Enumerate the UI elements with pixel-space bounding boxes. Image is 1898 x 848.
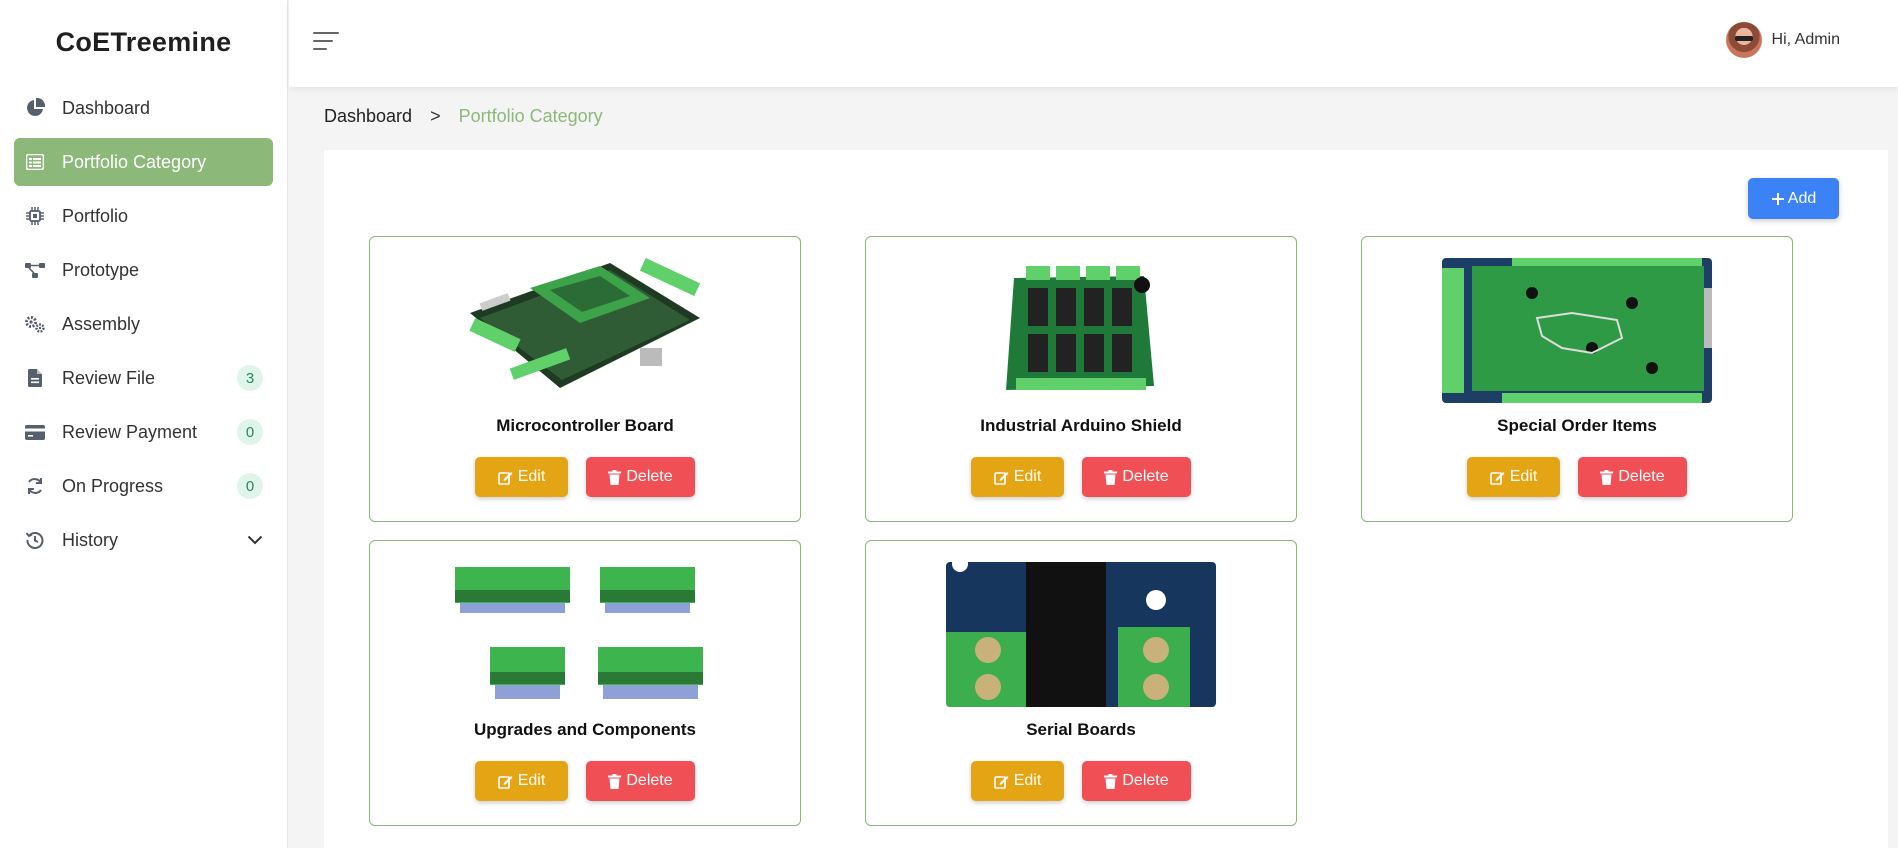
sidebar-nav: Dashboard Portfolio Category Portfolio P…	[0, 84, 287, 564]
delete-button-label: Delete	[1618, 468, 1665, 485]
card-actions: Edit Delete	[866, 457, 1296, 497]
breadcrumb-home-link[interactable]: Dashboard	[324, 106, 412, 127]
nodes-icon	[22, 257, 48, 283]
card-actions: Edit Delete	[370, 457, 800, 497]
delete-button[interactable]: Delete	[586, 457, 695, 497]
edit-icon	[497, 471, 513, 485]
plus-icon	[1771, 192, 1784, 205]
delete-button[interactable]: Delete	[1082, 761, 1191, 801]
content-panel: Add Microcontroller Board Edit Delete In…	[324, 150, 1888, 848]
review-payment-count-badge: 0	[237, 419, 263, 445]
on-progress-count-badge: 0	[237, 473, 263, 499]
edit-icon	[993, 775, 1009, 789]
breadcrumb-current: Portfolio Category	[458, 106, 603, 126]
category-title: Upgrades and Components	[474, 720, 696, 739]
sidebar-item-review-payment[interactable]: Review Payment 0	[14, 408, 273, 456]
delete-button-label: Delete	[1122, 772, 1169, 789]
edit-button[interactable]: Edit	[1467, 457, 1560, 497]
edit-button[interactable]: Edit	[971, 457, 1064, 497]
sidebar-item-label: Prototype	[62, 259, 140, 280]
category-title: Industrial Arduino Shield	[980, 416, 1182, 435]
category-title: Special Order Items	[1497, 416, 1657, 435]
pie-chart-icon	[22, 95, 48, 121]
card-actions: Edit Delete	[1362, 457, 1792, 497]
sidebar-item-on-progress[interactable]: On Progress 0	[14, 462, 273, 510]
edit-button-label: Edit	[517, 772, 546, 789]
credit-card-icon	[22, 419, 48, 445]
edit-button-label: Edit	[1013, 772, 1042, 789]
category-image	[946, 258, 1216, 403]
category-image	[450, 562, 720, 707]
gears-icon	[22, 311, 48, 337]
sidebar-item-assembly[interactable]: Assembly	[14, 300, 273, 348]
category-card: Microcontroller Board Edit Delete	[369, 236, 801, 522]
delete-button[interactable]: Delete	[1578, 457, 1687, 497]
card-actions: Edit Delete	[866, 761, 1296, 801]
delete-button-label: Delete	[1122, 468, 1169, 485]
trash-icon	[608, 773, 622, 789]
sidebar-item-label: Review Payment	[62, 421, 198, 442]
edit-button-label: Edit	[1509, 468, 1538, 485]
review-file-count-badge: 3	[237, 365, 263, 391]
user-greeting: Hi, Admin	[1771, 31, 1840, 48]
sidebar-item-prototype[interactable]: Prototype	[14, 246, 273, 294]
sidebar-item-label: Dashboard	[62, 97, 151, 118]
sidebar-item-label: On Progress	[62, 475, 164, 496]
edit-button[interactable]: Edit	[475, 457, 568, 497]
avatar[interactable]	[1725, 22, 1762, 58]
delete-button-label: Delete	[626, 468, 673, 485]
user-menu[interactable]: Hi, Admin	[1725, 22, 1840, 58]
breadcrumb-separator: >	[430, 106, 441, 126]
menu-toggle-icon[interactable]	[313, 32, 339, 52]
sidebar-item-portfolio-category[interactable]: Portfolio Category	[14, 138, 273, 186]
sidebar-item-label: Portfolio Category	[62, 151, 207, 172]
edit-button[interactable]: Edit	[475, 761, 568, 801]
trash-icon	[608, 469, 622, 485]
add-button-label: Add	[1787, 189, 1817, 207]
trash-icon	[1600, 469, 1614, 485]
trash-icon	[1104, 469, 1118, 485]
sidebar-item-review-file[interactable]: Review File 3	[14, 354, 273, 402]
sidebar-item-history[interactable]: History	[14, 516, 273, 564]
delete-button[interactable]: Delete	[586, 761, 695, 801]
file-icon	[22, 365, 48, 391]
add-button-wrapper: Add	[1748, 150, 1839, 230]
chip-icon	[22, 203, 48, 229]
edit-button[interactable]: Edit	[971, 761, 1064, 801]
sidebar-item-label: Review File	[62, 367, 156, 388]
category-card: Serial Boards Edit Delete	[865, 540, 1297, 826]
edit-icon	[993, 471, 1009, 485]
refresh-icon	[22, 473, 48, 499]
table-list-icon	[22, 149, 48, 175]
edit-button-label: Edit	[1013, 468, 1042, 485]
sidebar-item-label: History	[62, 529, 119, 550]
category-card: Upgrades and Components Edit Delete	[369, 540, 801, 826]
chevron-down-icon[interactable]	[247, 535, 263, 545]
breadcrumb: Dashboard > Portfolio Category	[324, 106, 603, 127]
edit-icon	[1489, 471, 1505, 485]
sidebar-item-label: Assembly	[62, 313, 141, 334]
category-card: Special Order Items Edit Delete	[1361, 236, 1793, 522]
sidebar-item-dashboard[interactable]: Dashboard	[14, 84, 273, 132]
category-title: Microcontroller Board	[496, 416, 674, 435]
history-icon	[22, 527, 48, 553]
edit-button-label: Edit	[517, 468, 546, 485]
sidebar-item-portfolio[interactable]: Portfolio	[14, 192, 273, 240]
brand-logo[interactable]: CoETreemine	[0, 0, 287, 84]
delete-button[interactable]: Delete	[1082, 457, 1191, 497]
edit-icon	[497, 775, 513, 789]
category-image	[1442, 258, 1712, 403]
category-title: Serial Boards	[1026, 720, 1136, 739]
sidebar: CoETreemine Dashboard Portfolio Category…	[0, 0, 288, 848]
trash-icon	[1104, 773, 1118, 789]
sidebar-item-label: Portfolio	[62, 205, 129, 226]
card-actions: Edit Delete	[370, 761, 800, 801]
add-button[interactable]: Add	[1748, 178, 1839, 219]
delete-button-label: Delete	[626, 772, 673, 789]
category-image	[450, 258, 720, 403]
category-image	[946, 562, 1216, 707]
topbar: Hi, Admin	[289, 0, 1898, 87]
category-card: Industrial Arduino Shield Edit Delete	[865, 236, 1297, 522]
